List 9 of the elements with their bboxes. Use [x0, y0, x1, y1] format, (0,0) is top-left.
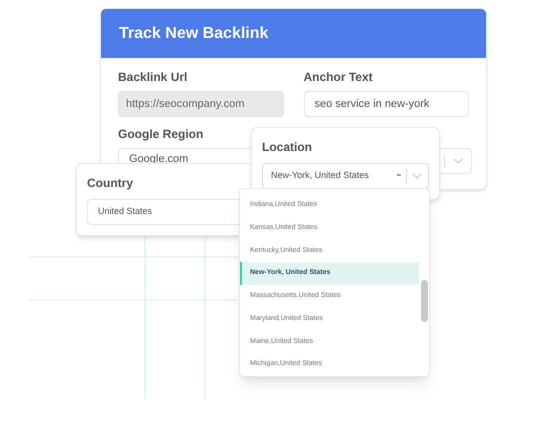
field-label: Anchor Text — [304, 70, 374, 84]
field-label: Backlink Url — [118, 70, 188, 84]
field-label: Location — [262, 139, 313, 156]
field-label: Google Region — [118, 127, 204, 141]
field-label: Country — [87, 175, 134, 192]
chevron-down-icon — [412, 173, 422, 179]
chevron-down-icon — [453, 158, 463, 164]
card-title: Track New Backlink — [119, 24, 268, 44]
text-field[interactable]: seo service in new-york — [304, 91, 469, 117]
